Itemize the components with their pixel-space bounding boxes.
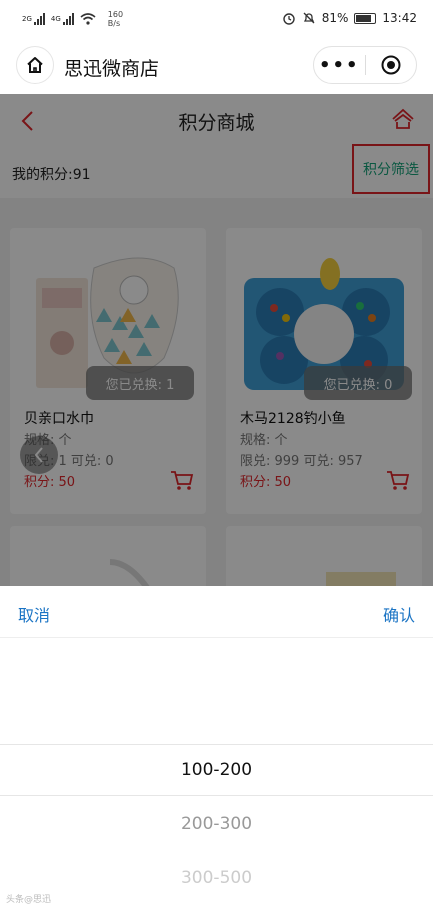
status-left: 2G 4G 160 B/s [22, 10, 123, 28]
signal-icon [62, 13, 74, 25]
status-right: 81% 13:42 [282, 11, 417, 25]
picker-option[interactable]: 200-300 [0, 814, 433, 834]
network-speed: 160 B/s [107, 10, 124, 28]
battery-percent: 81% [321, 11, 349, 25]
picker-confirm-button[interactable]: 确认 [383, 602, 415, 626]
points-range-picker: 取消 确认 100-200 200-300 300-500 [0, 586, 433, 910]
wifi-icon [80, 13, 96, 25]
picker-option[interactable]: 300-500 [0, 868, 433, 888]
alarm-icon [283, 13, 295, 25]
close-mini-program-button[interactable] [365, 54, 416, 76]
more-button[interactable]: ••• [314, 55, 365, 76]
signal-icon [33, 13, 45, 25]
watermark: 头条@思迅 [6, 895, 52, 905]
network-label-1: 2G [22, 15, 32, 23]
mini-program-title: 思迅微商店 [64, 58, 160, 80]
capsule-menu: ••• [313, 46, 417, 84]
mini-program-header: 思迅微商店 ••• [0, 38, 433, 94]
home-button[interactable] [16, 46, 54, 84]
target-icon [381, 55, 401, 75]
home-icon [27, 57, 43, 73]
mute-bell-icon [303, 12, 315, 24]
network-label-2: 4G [50, 15, 61, 23]
battery-icon [354, 12, 377, 24]
clock: 13:42 [382, 11, 417, 25]
modal-overlay[interactable] [0, 94, 433, 586]
status-bar: 2G 4G 160 B/s 81% 13:42 [0, 0, 433, 38]
picker-cancel-button[interactable]: 取消 [18, 602, 50, 626]
picker-fade [0, 638, 433, 744]
picker-header: 取消 确认 [0, 586, 433, 638]
picker-option[interactable]: 100-200 [0, 760, 433, 780]
